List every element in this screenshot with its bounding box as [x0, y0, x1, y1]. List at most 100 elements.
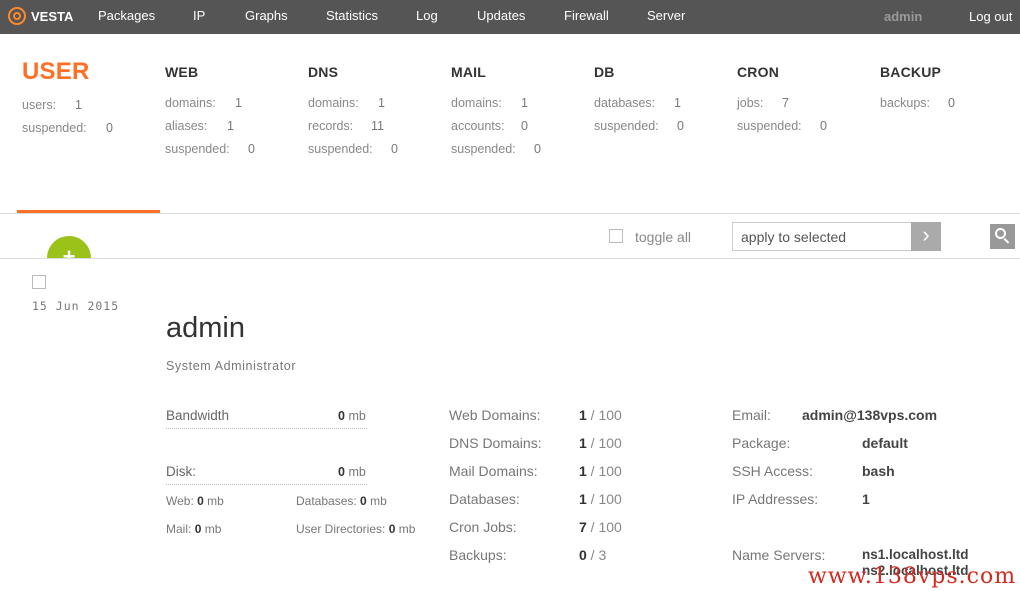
disk-databases: Databases: 0 mb [296, 494, 387, 508]
stat-value: 0 [248, 142, 255, 156]
stats-mail-title: MAIL [451, 64, 487, 80]
limit-value: 1 / 100 [579, 435, 622, 451]
nav-firewall[interactable]: Firewall [564, 8, 609, 23]
bandwidth-value: 0 mb [338, 409, 366, 423]
stat-value: 1 [378, 96, 385, 110]
plus-icon: + [62, 244, 76, 259]
stats-dns-title: DNS [308, 64, 339, 80]
limit-label: Databases: [449, 491, 520, 507]
top-navigation-bar: VESTA Packages IP Graphs Statistics Log … [0, 0, 1020, 34]
stat-label: users: [22, 98, 57, 112]
disk-bar [166, 484, 367, 485]
stat-value: 0 [820, 119, 827, 133]
detail-label: SSH Access: [732, 463, 813, 479]
detail-label: IP Addresses: [732, 491, 819, 507]
limit-label: Cron Jobs: [449, 519, 517, 535]
limit-value: 1 / 100 [579, 463, 622, 479]
stat-label: suspended: [308, 142, 373, 156]
stat-label: domains: [308, 96, 359, 110]
user-name[interactable]: admin [166, 312, 245, 345]
toggle-all-checkbox[interactable] [609, 229, 623, 243]
nav-current-user[interactable]: admin [884, 9, 922, 24]
stat-label: databases: [594, 96, 656, 110]
stat-value: 0 [948, 96, 955, 110]
apply-go-button[interactable]: › [911, 222, 941, 251]
add-user-button[interactable]: + [47, 236, 91, 259]
nav-log[interactable]: Log [416, 8, 438, 23]
site-watermark: www.138vps.com [808, 564, 1017, 589]
stat-value: 0 [677, 119, 684, 133]
disk-value: 0 mb [338, 465, 366, 479]
stat-label: aliases: [165, 119, 208, 133]
detail-label: Package: [732, 435, 791, 451]
disk-web: Web: 0 mb [166, 494, 224, 508]
disk-user-directories: User Directories: 0 mb [296, 522, 416, 536]
stats-db-title: DB [594, 64, 615, 80]
stat-value: 1 [235, 96, 242, 110]
chevron-right-icon: › [922, 222, 930, 247]
row-checkbox[interactable] [32, 275, 46, 289]
nav-statistics[interactable]: Statistics [326, 8, 378, 23]
stat-label: suspended: [451, 142, 516, 156]
toggle-all-label[interactable]: toggle all [635, 229, 691, 245]
vesta-logo-text: VESTA [31, 8, 74, 24]
stat-label: accounts: [451, 119, 505, 133]
user-role: System Administrator [166, 359, 297, 373]
stat-value: 11 [371, 119, 384, 133]
nav-server[interactable]: Server [647, 8, 685, 23]
search-button[interactable] [990, 224, 1015, 249]
ssh-access-value: bash [862, 463, 895, 479]
nav-ip[interactable]: IP [193, 8, 205, 23]
stat-value: 0 [106, 121, 113, 135]
stat-label: domains: [451, 96, 502, 110]
stats-cron-title: CRON [737, 64, 780, 80]
bandwidth-bar [166, 428, 367, 429]
stat-label: suspended: [22, 121, 87, 135]
email-value: admin@138vps.com [802, 407, 938, 423]
vesta-logo-icon [8, 7, 26, 25]
limit-label: Web Domains: [449, 407, 541, 423]
limit-value: 1 / 100 [579, 407, 622, 423]
stat-value: 1 [75, 98, 82, 112]
stat-label: domains: [165, 96, 216, 110]
nav-graphs[interactable]: Graphs [245, 8, 288, 23]
limit-label: Mail Domains: [449, 463, 538, 479]
stat-value: 1 [227, 119, 234, 133]
bandwidth-label: Bandwidth [166, 408, 230, 423]
active-tab-indicator [17, 210, 160, 213]
row-date: 15 Jun 2015 [32, 299, 120, 313]
limit-label: DNS Domains: [449, 435, 542, 451]
stats-user-title: USER [22, 58, 90, 85]
limit-value: 1 / 100 [579, 491, 622, 507]
stat-value: 0 [391, 142, 398, 156]
stat-value: 0 [521, 119, 528, 133]
detail-label: Email: [732, 407, 771, 423]
stat-label: suspended: [594, 119, 659, 133]
vesta-logo[interactable]: VESTA [8, 7, 73, 25]
package-value: default [862, 435, 908, 451]
nav-updates[interactable]: Updates [477, 8, 525, 23]
limit-label: Backups: [449, 547, 507, 563]
limit-value: 0 / 3 [579, 547, 607, 563]
stat-label: jobs: [737, 96, 764, 110]
stat-value: 7 [782, 96, 789, 110]
stat-label: backups: [880, 96, 931, 110]
stat-value: 1 [521, 96, 528, 110]
toolbar-divider [0, 258, 1020, 259]
stat-label: records: [308, 119, 354, 133]
stats-backup-title: BACKUP [880, 64, 942, 80]
name-server-1: ns1.localhost.ltd [862, 547, 969, 562]
ip-addresses-value: 1 [862, 491, 870, 507]
logout-link[interactable]: Log out [969, 9, 1012, 24]
stat-label: suspended: [737, 119, 802, 133]
limit-value: 7 / 100 [579, 519, 622, 535]
apply-to-selected-select[interactable]: apply to selected [732, 222, 912, 251]
name-servers-label: Name Servers: [732, 547, 826, 563]
nav-packages[interactable]: Packages [98, 8, 155, 23]
stat-value: 1 [674, 96, 681, 110]
stat-value: 0 [534, 142, 541, 156]
disk-label: Disk: [166, 464, 196, 479]
disk-mail: Mail: 0 mb [166, 522, 222, 536]
stat-label: suspended: [165, 142, 230, 156]
stats-web-title: WEB [165, 64, 199, 80]
